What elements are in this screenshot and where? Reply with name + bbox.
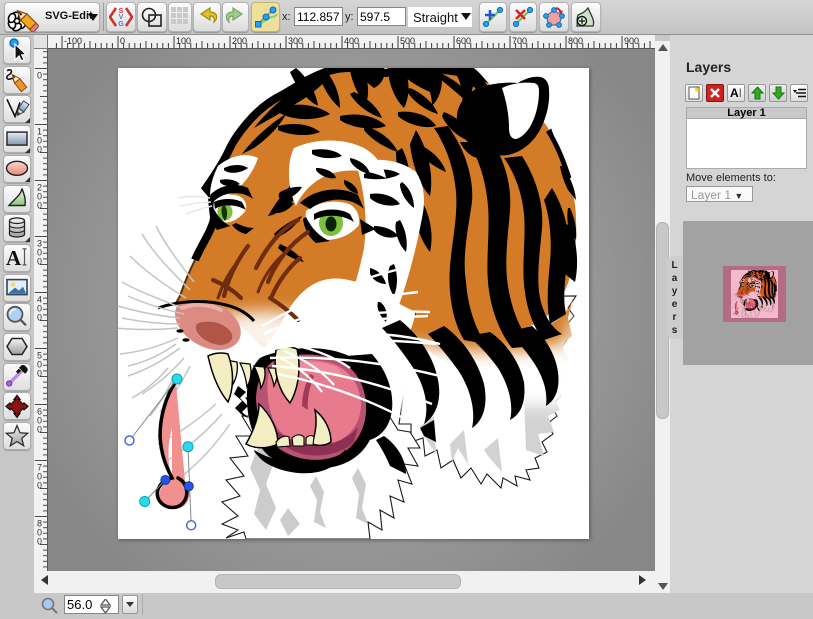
svg-text:800: 800	[568, 36, 583, 46]
svg-text:700: 700	[512, 36, 527, 46]
svg-text:A: A	[6, 246, 22, 270]
svg-text:100: 100	[176, 36, 191, 46]
svg-text:0: 0	[120, 36, 125, 46]
svg-text:G: G	[118, 21, 124, 28]
svg-text:0: 0	[37, 71, 42, 81]
svg-text:V: V	[119, 14, 124, 21]
svg-text:400: 400	[344, 36, 359, 46]
svg-text:200: 200	[232, 36, 247, 46]
svg-text:600: 600	[456, 36, 471, 46]
svg-text:300: 300	[288, 36, 303, 46]
svg-text:500: 500	[400, 36, 415, 46]
svg-text:900: 900	[624, 36, 639, 46]
